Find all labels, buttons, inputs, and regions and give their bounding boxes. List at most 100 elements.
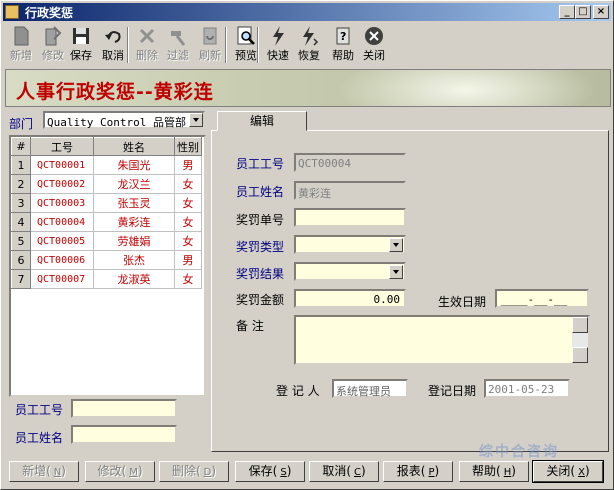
employee-grid[interactable]: # 工号 姓名 性别 1 QCT00001 朱国光男 2 QCT00002 龙汉兰女 3 QC… <box>9 135 206 397</box>
maximize-button[interactable]: □ <box>575 5 591 19</box>
table-row[interactable]: 3 QCT00003 张玉灵女 <box>11 193 202 213</box>
edit-button[interactable]: 修改(M) <box>85 461 155 482</box>
toolbar-cancel-button[interactable]: 取消 <box>97 25 129 67</box>
search-emp-no-input[interactable] <box>71 399 177 418</box>
close-circle-icon <box>363 25 385 47</box>
bottom-button-bar: 新增(N) 修改(M) 删除(D) 保存(S) 取消(C) 报表(P) 帮助(H) 关闭(X) <box>1 457 613 487</box>
employee-name-cell: 劳雄娟 <box>93 231 175 251</box>
new-button-accel: N <box>53 467 62 478</box>
edit-button-accel: M <box>129 467 138 478</box>
search-emp-name-input[interactable] <box>71 425 177 444</box>
close-button-label: 关闭 <box>546 464 571 478</box>
row-number: 3 <box>11 193 31 213</box>
row-number: 1 <box>11 155 31 175</box>
emp-name-value: 黄彩连 <box>298 187 331 200</box>
delete-button[interactable]: 删除(D) <box>159 461 229 482</box>
grid-header-id: 工号 <box>30 137 94 156</box>
effective-date-input[interactable]: ____-__-__ <box>495 289 589 308</box>
toolbar-delete-button[interactable]: 删除 <box>133 25 161 67</box>
department-select[interactable]: Quality Control 品管部 <box>43 111 205 129</box>
edit-document-icon <box>42 25 64 47</box>
grid-header-num: # <box>11 137 31 156</box>
minimize-button[interactable]: _ <box>559 5 575 19</box>
toolbar-close-button[interactable]: 关闭 <box>359 25 389 67</box>
toolbar-edit-button[interactable]: 修改 <box>39 25 67 67</box>
employee-name-cell: 黄彩连 <box>93 212 175 232</box>
toolbar-quick-button[interactable]: 快速 <box>265 25 291 67</box>
toolbar-edit-label: 修改 <box>42 49 64 62</box>
doc-no-input[interactable] <box>294 208 406 227</box>
table-row[interactable]: 5 QCT00005 劳雄娟女 <box>11 231 202 251</box>
emp-no-field: QCT00004 <box>294 153 406 172</box>
report-button[interactable]: 报表(P) <box>383 461 453 482</box>
cancel-button-accel: C <box>354 467 361 478</box>
help-button-accel: H <box>503 467 512 478</box>
toolbar-filter-label: 过滤 <box>167 49 189 62</box>
help-button[interactable]: 帮助(H) <box>459 461 529 482</box>
cancel-button[interactable]: 取消(C) <box>309 461 379 482</box>
amount-value: 0.00 <box>373 293 401 306</box>
toolbar-refresh-button[interactable]: 刷新 <box>195 25 225 67</box>
type-select[interactable] <box>294 235 406 254</box>
close-window-button[interactable]: × <box>593 5 609 19</box>
close-button-accel: X <box>578 467 585 478</box>
employee-name-cell: 朱国光 <box>93 155 175 175</box>
remark-scrollbar[interactable] <box>572 317 588 363</box>
report-button-label: 报表 <box>396 464 421 478</box>
employee-sex-cell: 女 <box>174 174 202 194</box>
delete-button-label: 删除 <box>171 464 196 478</box>
table-row[interactable]: 2 QCT00002 龙汉兰女 <box>11 174 202 194</box>
employee-id-cell: QCT00007 <box>30 269 94 289</box>
result-select[interactable] <box>294 262 406 281</box>
remark-textarea[interactable] <box>294 315 590 365</box>
employee-list-panel: 部门 Quality Control 品管部 # 工号 姓名 性别 1 QCT00… <box>7 111 208 451</box>
amount-input[interactable]: 0.00 <box>294 289 406 308</box>
main-window: 行政奖惩 _ □ × 新增 修改 保存 取消 删除 过滤 刷新 预览 快速 恢复? 帮助 关闭 人事行… <box>0 0 614 490</box>
table-row[interactable]: 1 QCT00001 朱国光男 <box>11 155 202 175</box>
row-number: 6 <box>11 250 31 270</box>
table-row[interactable]: 6 QCT00006 张杰男 <box>11 250 202 270</box>
close-button[interactable]: 关闭(X) <box>532 460 604 483</box>
search-emp-name-label: 员工姓名 <box>15 431 64 445</box>
chevron-down-icon[interactable] <box>389 238 403 252</box>
table-row[interactable]: 4 QCT00004 黄彩连女 <box>11 212 202 232</box>
employee-sex-cell: 女 <box>174 212 202 232</box>
remark-label: 备 注 <box>236 319 264 333</box>
new-button[interactable]: 新增(N) <box>9 461 79 482</box>
table-row[interactable]: 7 QCT00007 龙淑英女 <box>11 269 202 289</box>
edit-button-label: 修改 <box>97 464 122 478</box>
toolbar-new-label: 新增 <box>10 49 32 62</box>
toolbar-quick-label: 快速 <box>267 49 289 62</box>
emp-no-value: QCT00004 <box>298 157 351 170</box>
emp-no-label: 员工工号 <box>236 157 285 171</box>
report-button-accel: P <box>428 467 435 478</box>
save-button[interactable]: 保存(S) <box>235 461 305 482</box>
toolbar-help-button[interactable]: ? 帮助 <box>329 25 357 67</box>
save-button-accel: S <box>280 467 287 478</box>
registrar-label: 登 记 人 <box>276 384 320 398</box>
employee-sex-cell: 女 <box>174 269 202 289</box>
emp-name-label: 员工姓名 <box>236 185 285 199</box>
toolbar-delete-label: 删除 <box>136 49 158 62</box>
toolbar-filter-button[interactable]: 过滤 <box>163 25 193 67</box>
chevron-down-icon[interactable] <box>389 265 403 279</box>
scroll-up-icon[interactable] <box>572 317 588 333</box>
employee-sex-cell: 男 <box>174 250 202 270</box>
help-book-icon: ? <box>332 25 354 47</box>
magnifier-doc-icon <box>235 25 257 47</box>
row-number: 7 <box>11 269 31 289</box>
chevron-down-icon[interactable] <box>189 113 203 127</box>
scroll-down-icon[interactable] <box>572 347 588 363</box>
employee-sex-cell: 男 <box>174 155 202 175</box>
toolbar-new-button[interactable]: 新增 <box>7 25 35 67</box>
toolbar-restore-button[interactable]: 恢复 <box>293 25 325 67</box>
tab-edit[interactable]: 编辑 <box>217 111 307 131</box>
employee-sex-cell: 女 <box>174 193 202 213</box>
toolbar-restore-label: 恢复 <box>298 49 320 62</box>
toolbar-save-button[interactable]: 保存 <box>67 25 95 67</box>
employee-id-cell: QCT00005 <box>30 231 94 251</box>
toolbar-cancel-label: 取消 <box>102 49 124 62</box>
employee-id-cell: QCT00001 <box>30 155 94 175</box>
grid-header-name: 姓名 <box>93 137 175 156</box>
doc-no-label: 奖罚单号 <box>236 213 285 227</box>
